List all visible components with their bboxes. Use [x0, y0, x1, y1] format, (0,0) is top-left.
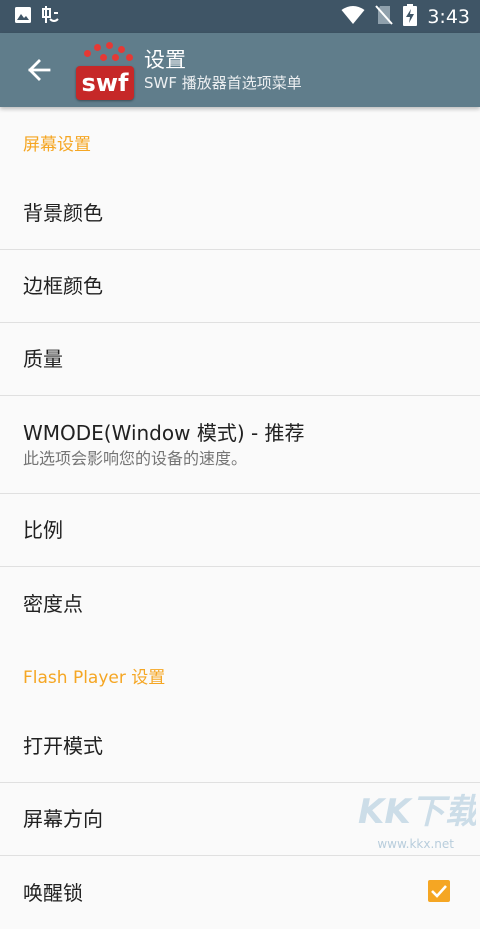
status-bar: 3:43: [0, 0, 480, 33]
wifi-icon: [341, 5, 365, 29]
pref-wake-lock[interactable]: 唤醒锁: [0, 856, 480, 929]
pref-scale[interactable]: 比例: [0, 494, 480, 567]
pref-title: 边框颜色: [23, 274, 103, 298]
pref-title: 质量: [23, 347, 63, 371]
page-subtitle: SWF 播放器首选项菜单: [144, 74, 302, 92]
no-sim-icon: [375, 4, 394, 29]
pref-density[interactable]: 密度点: [0, 567, 480, 640]
pref-title: 密度点: [23, 591, 83, 616]
status-time: 3:43: [427, 5, 470, 28]
logo-text: swf: [76, 66, 134, 100]
app-logo: swf: [74, 38, 138, 102]
pref-title: 背景颜色: [23, 201, 103, 225]
toolbar: swf 设置 SWF 播放器首选项菜单: [0, 33, 480, 107]
pref-title: 打开模式: [23, 734, 103, 758]
pref-quality[interactable]: 质量: [0, 323, 480, 396]
pref-title: 唤醒锁: [23, 880, 83, 905]
pref-wmode[interactable]: WMODE(Window 模式) - 推荐 此选项会影响您的设备的速度。: [0, 396, 480, 494]
category-screen-settings: 屏幕设置: [23, 134, 91, 155]
pref-background-color[interactable]: 背景颜色: [0, 177, 480, 250]
battery-charging-icon: [403, 3, 418, 30]
image-icon: [14, 6, 32, 28]
arrow-back-icon: [28, 59, 51, 81]
pref-border-color[interactable]: 边框颜色: [0, 250, 480, 323]
watermark-logo: KK下载: [358, 789, 480, 833]
pref-open-mode[interactable]: 打开模式: [0, 710, 480, 783]
wake-lock-checkbox[interactable]: [428, 880, 450, 902]
pref-title: 比例: [23, 518, 63, 542]
watermark-url: www.kkx.net: [377, 837, 454, 851]
svg-text:KK下载: KK下载: [358, 792, 476, 832]
check-icon: [431, 885, 447, 898]
bug-icon: [40, 5, 60, 29]
back-button[interactable]: [24, 55, 54, 85]
page-title: 设置: [144, 48, 186, 72]
category-flash-player-settings: Flash Player 设置: [23, 667, 166, 688]
pref-title: WMODE(Window 模式) - 推荐: [23, 420, 305, 445]
pref-summary: 此选项会影响您的设备的速度。: [23, 448, 248, 468]
